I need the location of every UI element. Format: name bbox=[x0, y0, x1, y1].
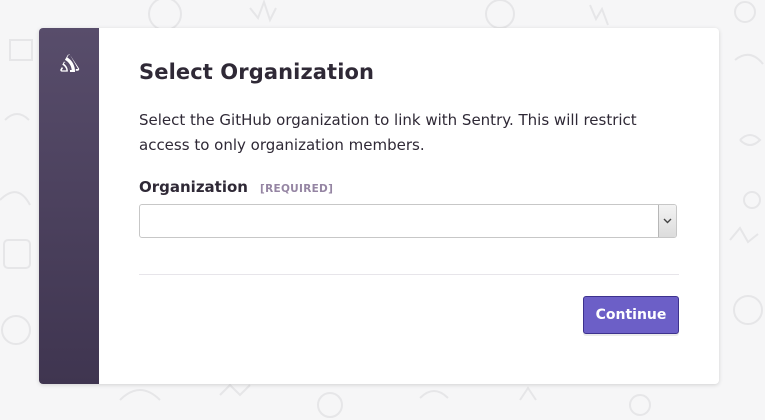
continue-button[interactable]: Continue bbox=[583, 296, 679, 334]
divider bbox=[139, 274, 679, 275]
page-title: Select Organization bbox=[139, 60, 375, 84]
description-text: Select the GitHub organization to link w… bbox=[139, 111, 637, 154]
link-organization-card: Select Organization Select the GitHub or… bbox=[39, 28, 719, 384]
chevron-down-icon bbox=[663, 218, 672, 224]
organization-select[interactable] bbox=[139, 204, 677, 238]
brand-sidebar bbox=[39, 28, 99, 384]
organization-label-row: Organization [REQUIRED] bbox=[139, 178, 333, 196]
select-arrow-button[interactable] bbox=[658, 205, 676, 237]
sentry-logo-icon bbox=[60, 54, 80, 72]
organization-label: Organization bbox=[139, 178, 248, 196]
required-badge: [REQUIRED] bbox=[259, 183, 334, 195]
dialog-content: Select Organization Select the GitHub or… bbox=[139, 28, 679, 384]
